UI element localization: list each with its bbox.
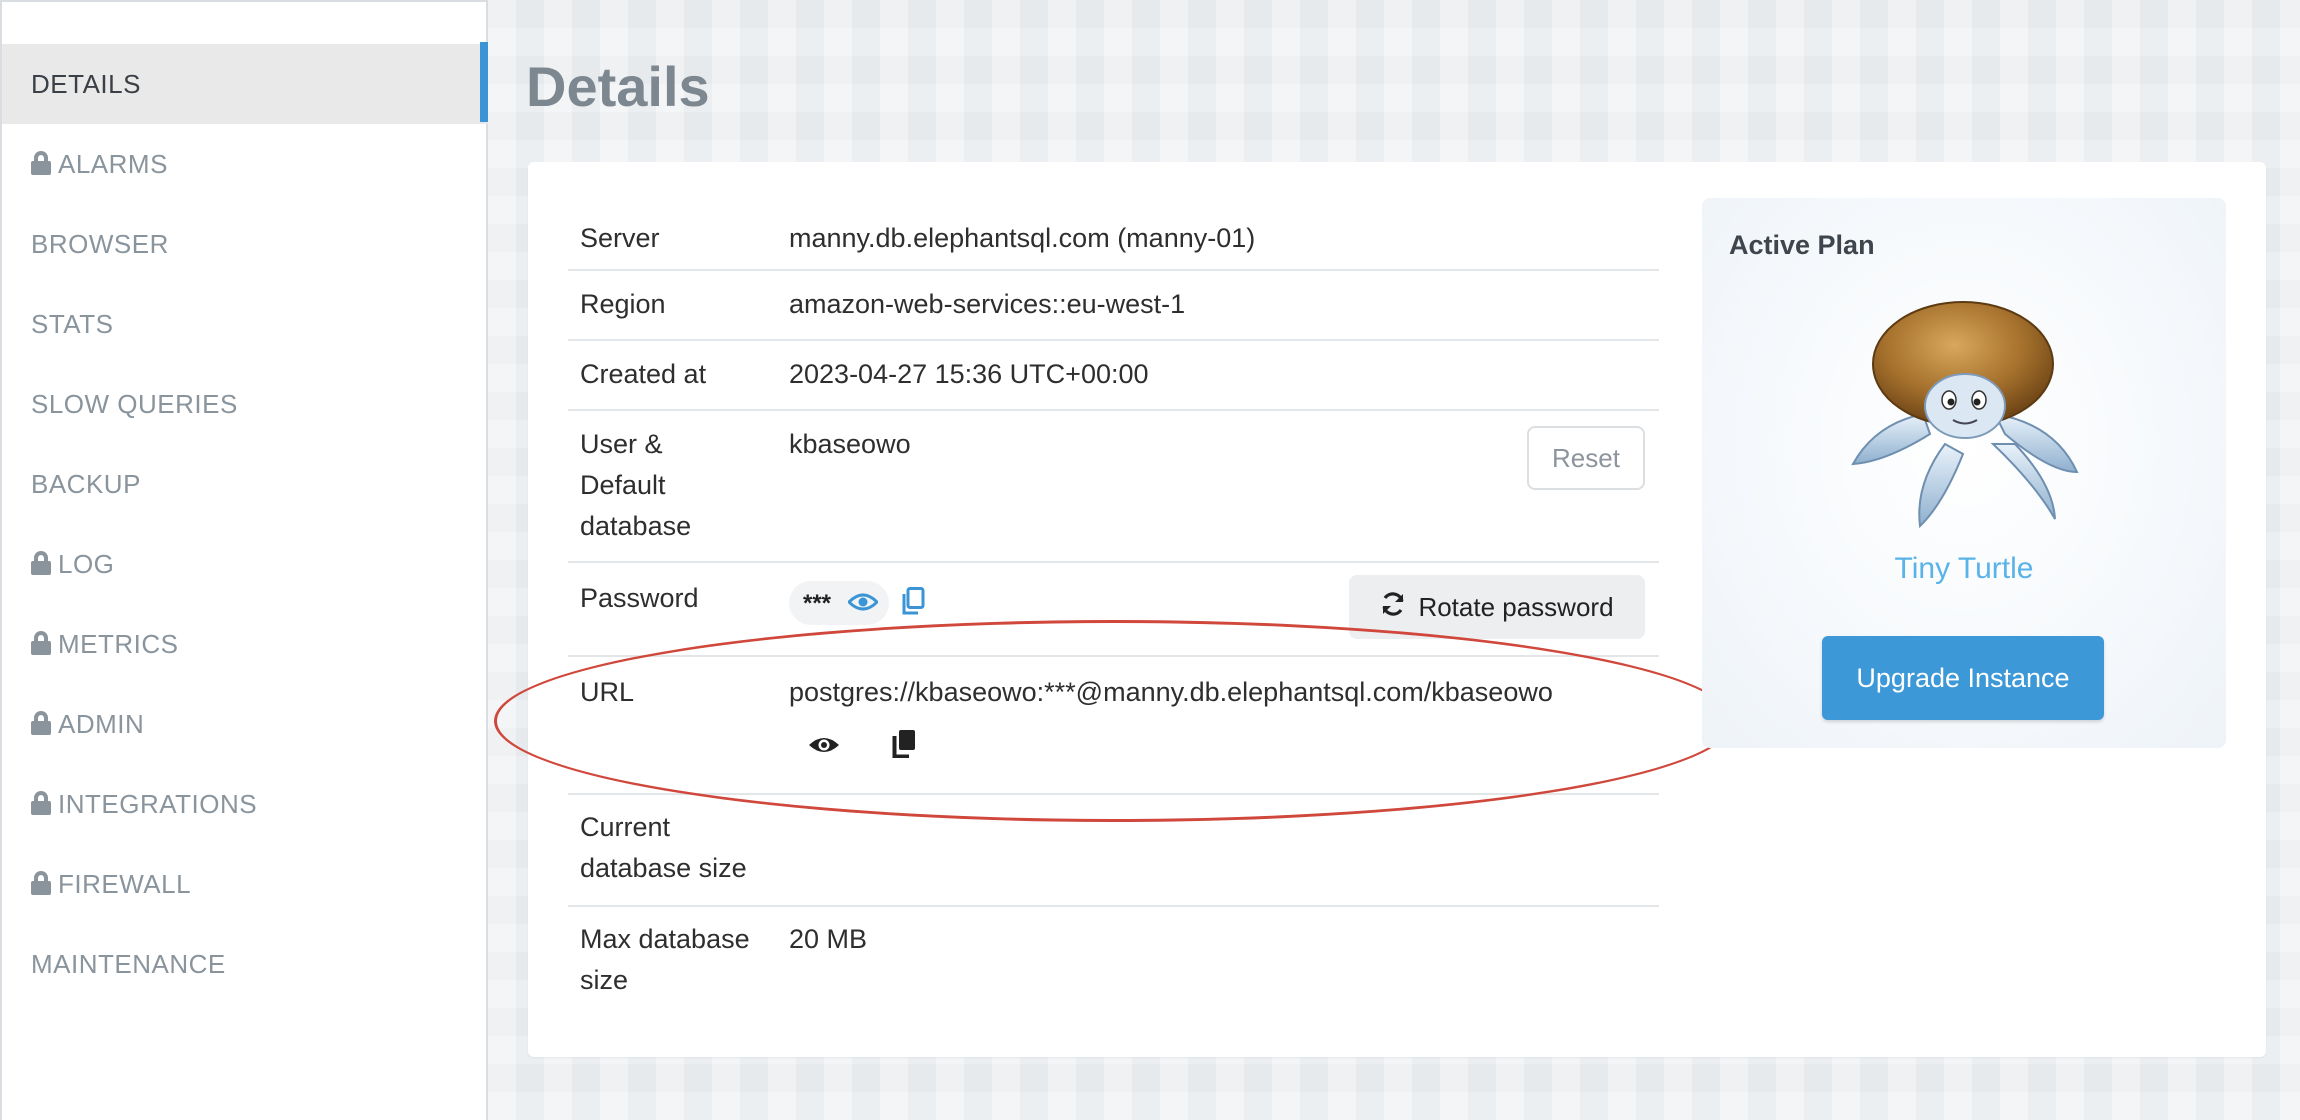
row-label: URL bbox=[580, 677, 635, 707]
lock-icon bbox=[31, 551, 51, 575]
sidebar-item-backup[interactable]: BACKUP bbox=[2, 444, 488, 524]
lock-icon bbox=[31, 631, 51, 655]
server-value: manny.db.elephantsql.com (manny-01) bbox=[789, 223, 1256, 253]
sidebar-item-maintenance[interactable]: MAINTENANCE bbox=[2, 924, 488, 1004]
sidebar-item-label: ALARMS bbox=[58, 148, 168, 179]
sidebar-item-label: DETAILS bbox=[31, 68, 141, 99]
user-value: kbaseowo bbox=[789, 429, 911, 459]
sidebar-item-integrations[interactable]: INTEGRATIONS bbox=[2, 764, 488, 844]
sidebar-item-label: BACKUP bbox=[31, 468, 141, 499]
page-title: Details bbox=[526, 55, 710, 118]
sidebar-item-details[interactable]: DETAILS bbox=[2, 44, 488, 124]
rotate-icon bbox=[1380, 591, 1406, 624]
sidebar-item-label: INTEGRATIONS bbox=[58, 788, 258, 819]
rotate-password-label: Rotate password bbox=[1418, 591, 1614, 622]
lock-icon bbox=[31, 711, 51, 735]
lock-icon bbox=[31, 871, 51, 895]
password-mask: *** bbox=[803, 589, 832, 617]
row-label: Created at bbox=[580, 359, 707, 389]
row-label: Region bbox=[580, 289, 666, 319]
row-label: Server bbox=[580, 223, 660, 253]
row-label: Max database size bbox=[580, 924, 750, 995]
row-label: Password bbox=[580, 583, 699, 613]
sidebar-item-label: SLOW QUERIES bbox=[31, 388, 238, 419]
plan-heading: Active Plan bbox=[1729, 230, 1875, 260]
row-label: User & Default database bbox=[580, 429, 692, 541]
sidebar-item-label: BROWSER bbox=[31, 228, 169, 259]
lock-icon bbox=[31, 151, 51, 175]
sidebar-item-alarms[interactable]: ALARMS bbox=[2, 124, 488, 204]
sidebar-item-label: METRICS bbox=[58, 628, 179, 659]
sidebar-nav: DETAILS ALARMS BROWSER STATS SLOW QUERIE… bbox=[0, 0, 488, 1120]
detail-row-created: Created at 2023-04-27 15:36 UTC+00:00 bbox=[568, 341, 1659, 411]
sidebar-item-label: MAINTENANCE bbox=[31, 948, 226, 979]
active-section-indicator bbox=[480, 42, 488, 122]
sidebar-item-metrics[interactable]: METRICS bbox=[2, 604, 488, 684]
detail-row-password: Password *** Rotate password bbox=[568, 563, 1659, 657]
detail-row-server: Server manny.db.elephantsql.com (manny-0… bbox=[568, 214, 1659, 271]
active-plan-panel: Active Plan Tiny Turtle Upgrade Instance bbox=[1702, 198, 2226, 748]
created-value: 2023-04-27 15:36 UTC+00:00 bbox=[789, 359, 1149, 389]
max-size-value: 20 MB bbox=[789, 924, 868, 954]
detail-row-current-size: Current database size bbox=[568, 795, 1659, 907]
turtle-mascot-icon bbox=[1851, 301, 2079, 529]
plan-name: Tiny Turtle bbox=[1894, 552, 2034, 585]
detail-row-url: URL postgres://kbaseowo:***@manny.db.ele… bbox=[568, 657, 1659, 795]
sidebar-item-label: STATS bbox=[31, 308, 114, 339]
lock-icon bbox=[31, 791, 51, 815]
copy-url-icon[interactable] bbox=[890, 727, 918, 761]
detail-row-user: User & Default database kbaseowo Reset bbox=[568, 411, 1659, 563]
show-password-eye-icon[interactable] bbox=[846, 587, 880, 617]
sidebar-item-label: FIREWALL bbox=[58, 868, 192, 899]
sidebar-item-admin[interactable]: ADMIN bbox=[2, 684, 488, 764]
url-value: postgres://kbaseowo:***@manny.db.elephan… bbox=[789, 677, 1553, 707]
sidebar-item-stats[interactable]: STATS bbox=[2, 284, 488, 364]
detail-row-max-size: Max database size 20 MB bbox=[568, 907, 1659, 1007]
sidebar-item-log[interactable]: LOG bbox=[2, 524, 488, 604]
copy-password-icon[interactable] bbox=[898, 585, 928, 617]
sidebar-item-slow-queries[interactable]: SLOW QUERIES bbox=[2, 364, 488, 444]
sidebar-item-label: ADMIN bbox=[58, 708, 145, 739]
show-url-eye-icon[interactable] bbox=[806, 730, 842, 760]
reset-button[interactable]: Reset bbox=[1527, 426, 1645, 490]
rotate-password-button[interactable]: Rotate password bbox=[1349, 575, 1645, 639]
sidebar-item-firewall[interactable]: FIREWALL bbox=[2, 844, 488, 924]
row-label: Current database size bbox=[580, 812, 747, 883]
sidebar-item-browser[interactable]: BROWSER bbox=[2, 204, 488, 284]
detail-row-region: Region amazon-web-services::eu-west-1 bbox=[568, 271, 1659, 341]
sidebar-item-label: LOG bbox=[58, 548, 115, 579]
upgrade-instance-button[interactable]: Upgrade Instance bbox=[1822, 636, 2104, 720]
region-value: amazon-web-services::eu-west-1 bbox=[789, 289, 1186, 319]
